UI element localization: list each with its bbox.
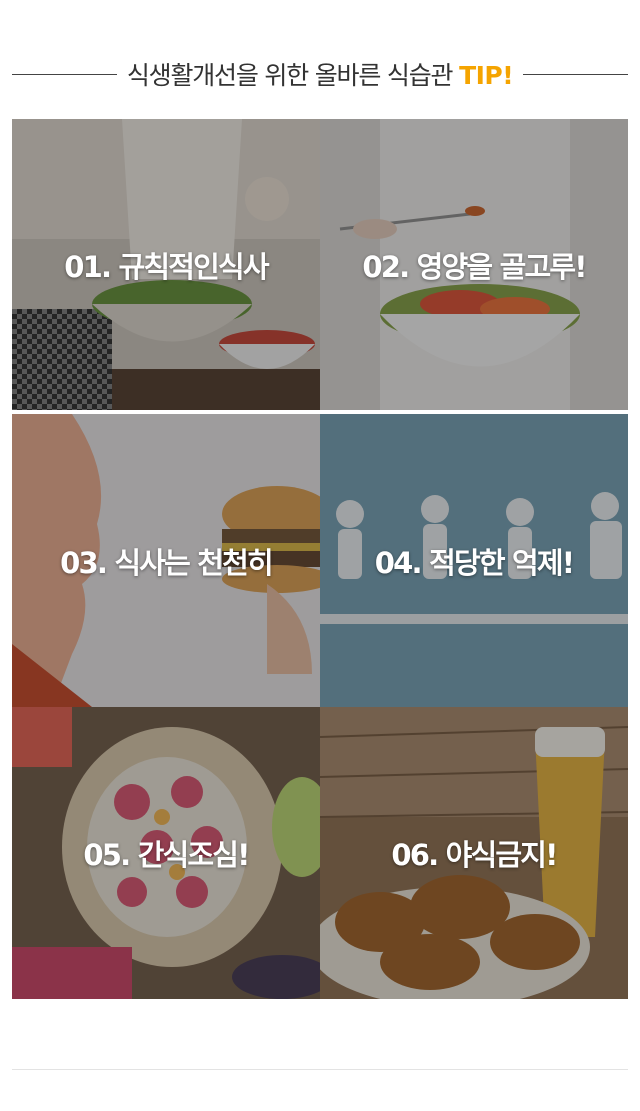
header-divider-right <box>523 73 629 75</box>
tip-card-eat-slowly[interactable]: 03. 식사는 천천히 <box>12 414 320 707</box>
tip-label: 04. 적당한 억제! <box>374 545 575 580</box>
section-header: 식생활개선을 위한 올바른 식습관 TIP! <box>12 52 629 96</box>
section-title-tip: TIP! <box>459 61 514 90</box>
header-divider-left <box>12 73 117 75</box>
tip-label: 02. 영양을 골고루! <box>362 249 587 284</box>
section-title: 식생활개선을 위한 올바른 식습관 TIP! <box>117 56 523 92</box>
tip-card-no-late-night-snacks[interactable]: 06. 야식금지! <box>320 707 628 999</box>
tip-label: 01. 규칙적인식사 <box>64 249 269 284</box>
tip-card-balanced-nutrition[interactable]: 02. 영양을 골고루! <box>320 119 628 410</box>
footer-divider <box>12 1069 628 1070</box>
tip-label: 03. 식사는 천천히 <box>60 545 274 580</box>
tip-label: 05. 간식조심! <box>83 838 250 872</box>
tip-card-moderation[interactable]: 04. 적당한 억제! <box>320 414 628 707</box>
section-title-text: 식생활개선을 위한 올바른 식습관 <box>126 61 454 90</box>
tip-label: 06. 야식금지! <box>391 838 558 872</box>
tip-card-regular-meals[interactable]: 01. 규칙적인식사 <box>12 119 320 410</box>
tips-grid: 01. 규칙적인식사 02. 영양을 골고루! 03. 식사는 천천히 04. … <box>12 119 628 999</box>
tip-card-snacks[interactable]: 05. 간식조심! <box>12 707 320 999</box>
